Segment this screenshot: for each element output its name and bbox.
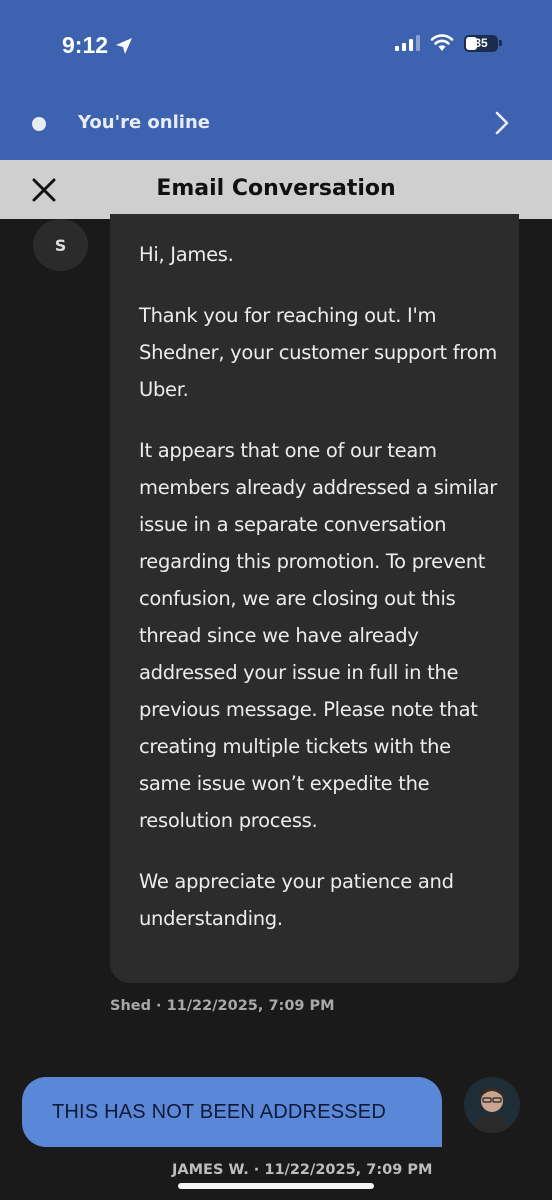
message-paragraph: It appears that one of our team members … bbox=[139, 439, 497, 832]
user-message-text: THIS HAS NOT BEEN ADDRESSED bbox=[52, 1100, 386, 1123]
user-message-meta: JAMES W. · 11/22/2025, 7:09 PM bbox=[172, 1162, 433, 1178]
home-indicator[interactable] bbox=[178, 1183, 374, 1189]
support-message-meta: Shed · 11/22/2025, 7:09 PM bbox=[110, 998, 335, 1014]
online-status-label: You're online bbox=[78, 112, 210, 133]
cellular-signal-icon bbox=[395, 35, 420, 51]
chevron-right-icon[interactable] bbox=[494, 110, 510, 136]
user-message-bubble: THIS HAS NOT BEEN ADDRESSED bbox=[22, 1077, 442, 1147]
page-title: Email Conversation bbox=[156, 176, 396, 201]
support-agent-avatar: S bbox=[33, 219, 88, 271]
status-time-text: 9:12 bbox=[62, 32, 109, 58]
location-arrow-icon bbox=[116, 37, 133, 54]
message-paragraph: Hi, James. bbox=[139, 243, 234, 266]
status-icons: 35 bbox=[395, 34, 502, 52]
support-message-bubble: Hi, James. Thank you for reaching out. I… bbox=[110, 214, 519, 983]
battery-level: 35 bbox=[474, 36, 488, 50]
online-status-banner[interactable]: You're online bbox=[0, 96, 552, 152]
user-avatar[interactable] bbox=[464, 1077, 520, 1133]
status-time: 9:12 bbox=[62, 32, 134, 59]
message-paragraph: Thank you for reaching out. I'm Shedner,… bbox=[139, 304, 497, 401]
wifi-icon bbox=[430, 34, 454, 51]
conversation-header: Email Conversation bbox=[0, 160, 552, 219]
online-indicator-dot bbox=[32, 117, 46, 131]
battery-icon: 35 bbox=[464, 34, 502, 52]
support-agent-initial: S bbox=[54, 235, 67, 255]
user-photo bbox=[464, 1077, 520, 1133]
message-paragraph: We appreciate your patience and understa… bbox=[139, 870, 454, 930]
top-bar: 9:12 35 You're online bbox=[0, 0, 552, 160]
